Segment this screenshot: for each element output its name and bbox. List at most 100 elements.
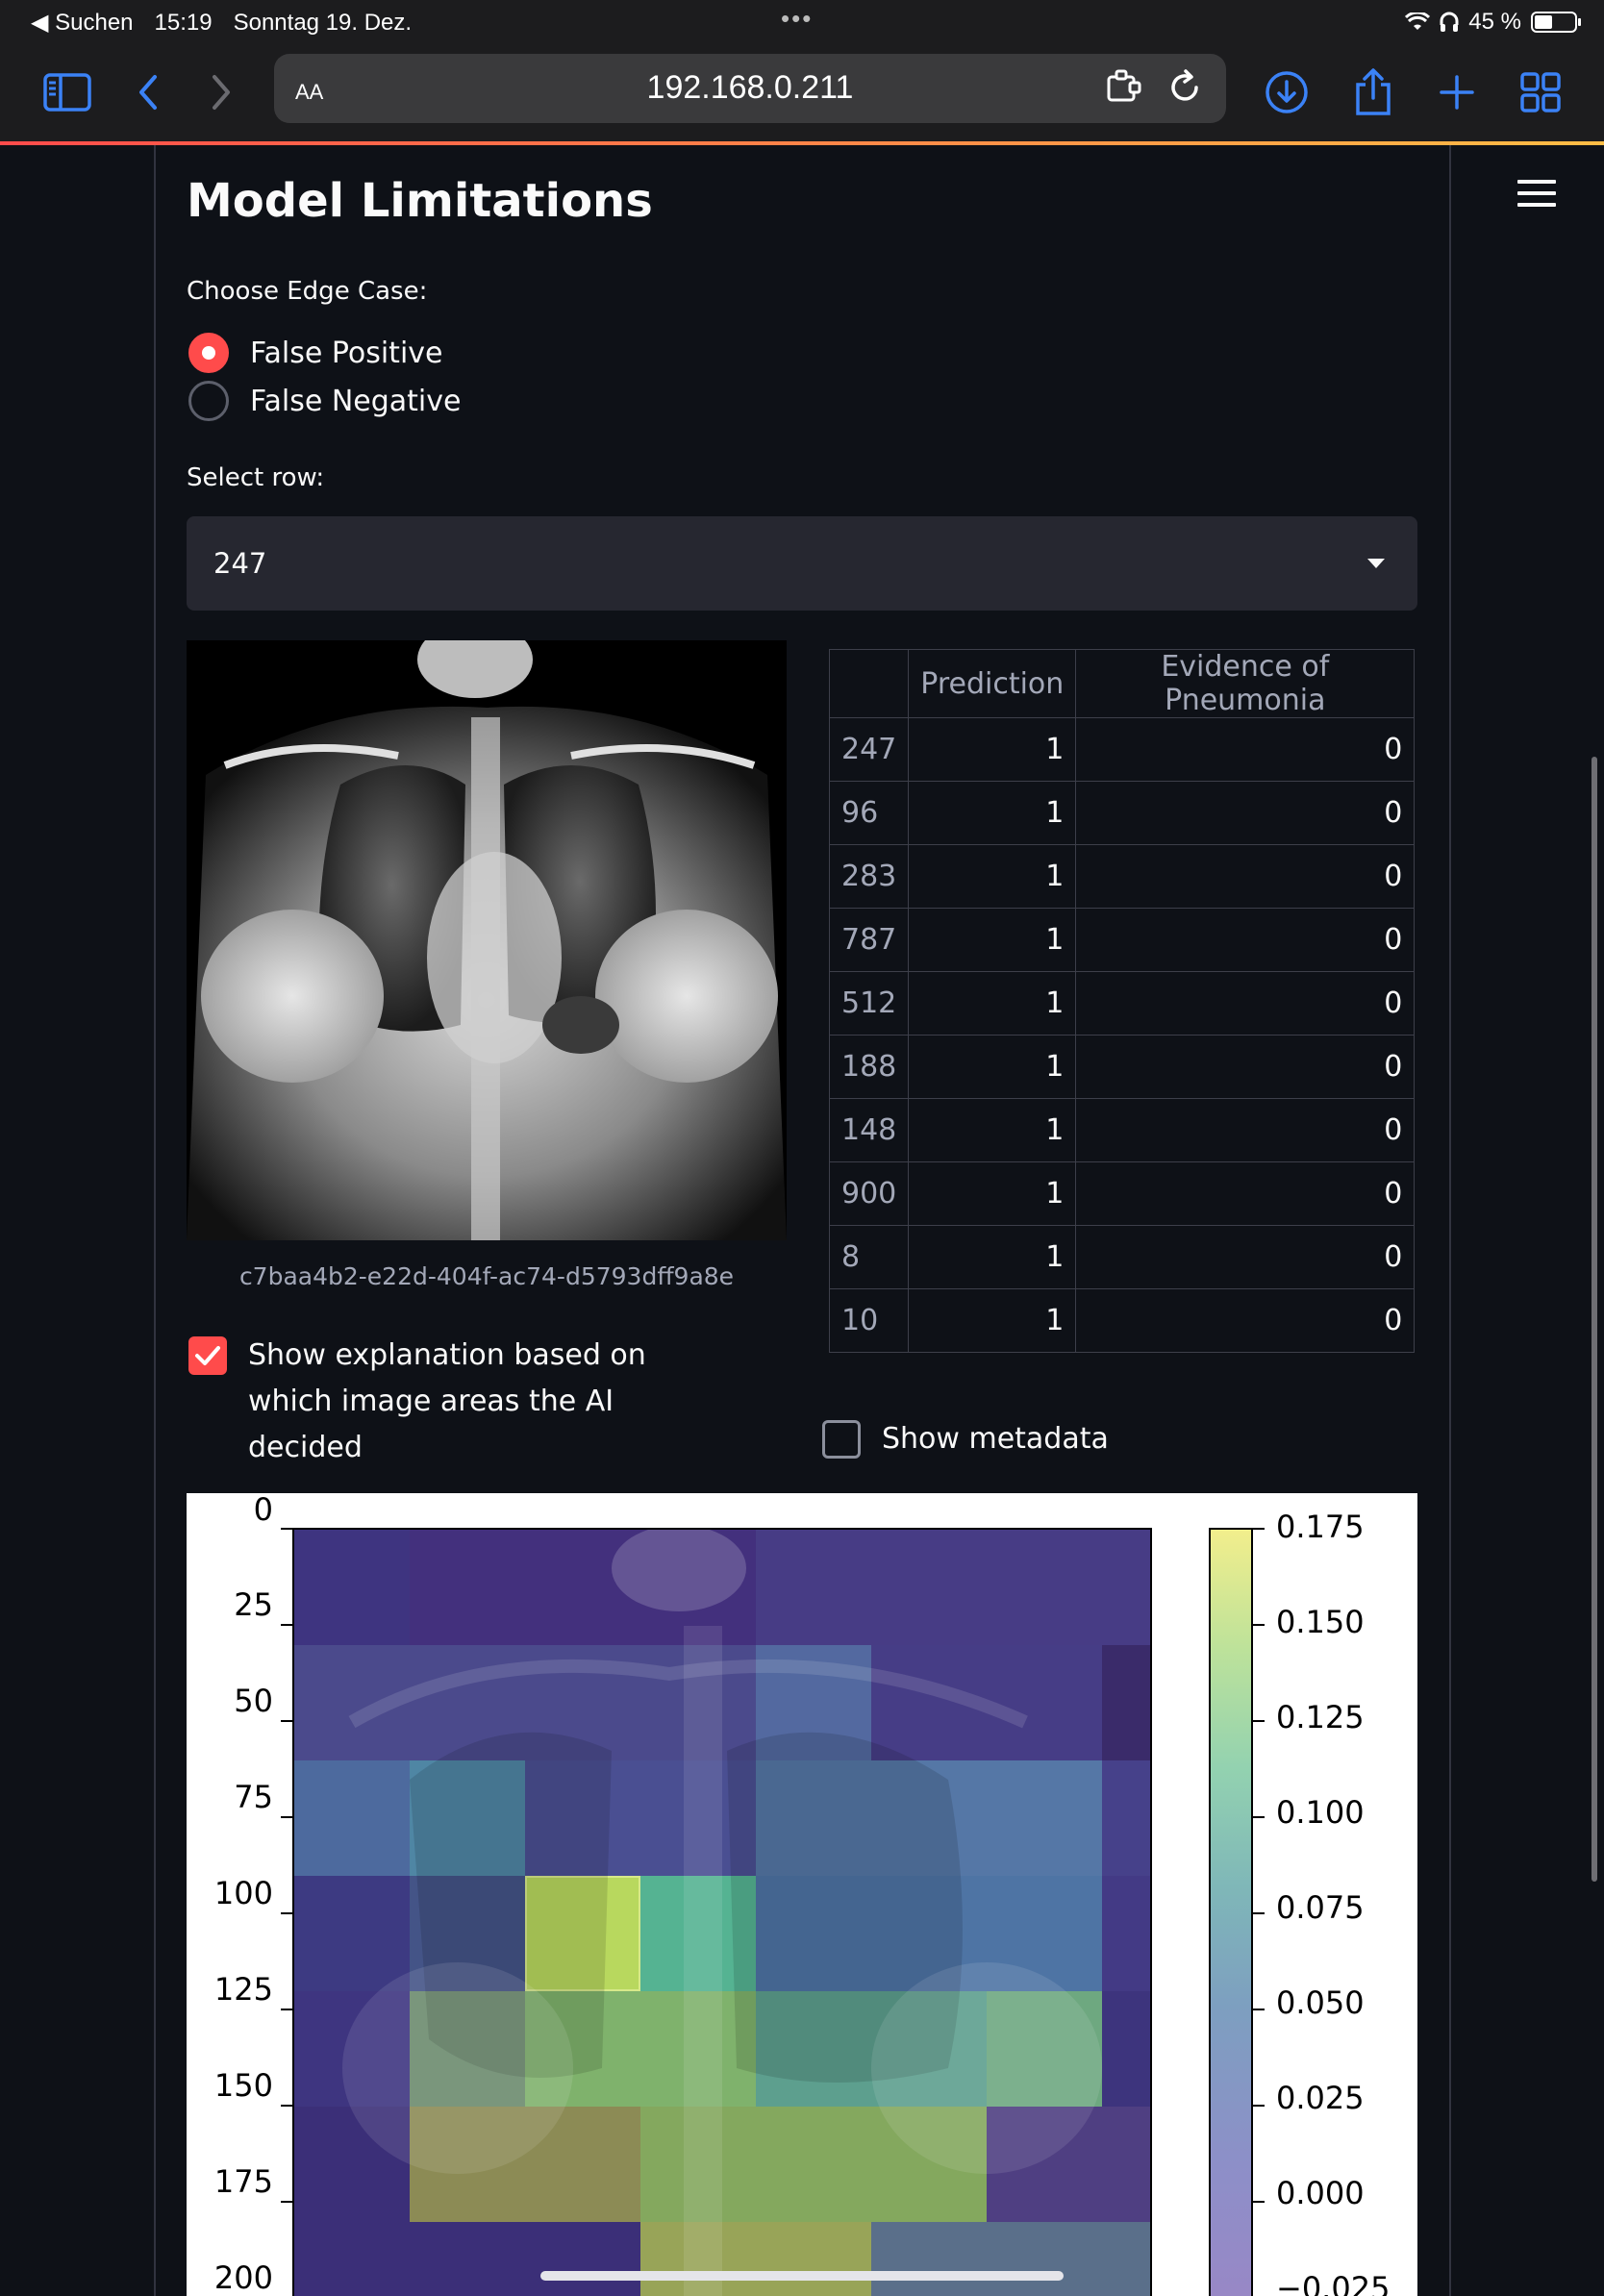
evidence-cell: 0	[1075, 1035, 1416, 1099]
forward-arrow-icon[interactable]	[194, 65, 248, 119]
row-index: 512	[828, 971, 910, 1036]
colorbar-tick-mark	[1253, 2201, 1265, 2203]
evidence-cell: 0	[1075, 908, 1416, 972]
back-to-app-link[interactable]: ◀ Suchen	[31, 9, 134, 37]
y-tick-mark	[281, 1528, 292, 1530]
back-arrow-icon[interactable]	[121, 65, 175, 119]
url-text[interactable]: 192.168.0.211	[274, 69, 1226, 107]
status-time: 15:19	[154, 9, 213, 36]
table-header-prediction[interactable]: Prediction	[908, 649, 1077, 718]
table-row[interactable]: 247 1 0	[828, 717, 1416, 782]
table-row[interactable]: 810	[828, 1225, 1416, 1289]
y-tick-label: 0	[253, 1493, 273, 1528]
status-bar: ◀ Suchen 15:19 Sonntag 19. Dez. ••• 45 %	[0, 0, 1604, 44]
table-row[interactable]: 10 1 0	[828, 1288, 1416, 1353]
table-row[interactable]: 188 1 0	[828, 1035, 1416, 1099]
table-row[interactable]: 148 1 0	[828, 1098, 1416, 1162]
share-icon[interactable]	[1346, 65, 1400, 119]
table-header-index[interactable]	[828, 649, 910, 718]
prediction-cell: 1	[908, 1098, 1077, 1162]
heatmap-plot	[292, 1528, 1152, 2296]
table-header-row: Prediction Evidence of Pneumonia	[828, 649, 1416, 718]
colorbar-tick-label: 0.075	[1276, 1889, 1365, 1926]
evidence-cell: 0	[1075, 1225, 1416, 1289]
radio-false-positive[interactable]: False Positive	[188, 333, 443, 373]
radio-label: False Positive	[250, 336, 443, 370]
xray-overlay	[342, 1530, 1102, 2296]
colorbar-tick-label: 0.025	[1276, 2080, 1365, 2116]
y-tick-mark	[281, 1912, 292, 1914]
y-tick-mark	[281, 2105, 292, 2107]
evidence-cell: 0	[1075, 1098, 1416, 1162]
wifi-icon	[1405, 12, 1431, 30]
browser-toolbar: AA 192.168.0.211	[0, 44, 1604, 142]
row-select[interactable]: 247	[187, 516, 1417, 611]
prediction-cell: 1	[908, 1161, 1077, 1226]
radio-label: False Negative	[250, 384, 462, 418]
show-metadata-checkbox[interactable]: Show metadata	[822, 1416, 1109, 1462]
checkbox-label: Show explanation based on which image ar…	[248, 1338, 646, 1464]
new-tab-plus-icon[interactable]	[1430, 65, 1484, 119]
row-index: 10	[828, 1288, 910, 1353]
tab-overview-icon[interactable]	[1514, 65, 1567, 119]
prediction-cell: 1	[908, 717, 1077, 782]
colorbar-tick-label: 0.175	[1276, 1509, 1365, 1545]
url-bar[interactable]: AA 192.168.0.211	[274, 54, 1226, 123]
prediction-cell: 1	[908, 1225, 1077, 1289]
colorbar-tick-label: −0.025	[1276, 2270, 1391, 2296]
colorbar-tick-mark	[1253, 1912, 1265, 1914]
y-tick-label: 200	[213, 2259, 273, 2296]
evidence-cell: 0	[1075, 717, 1416, 782]
checkbox-label: Show metadata	[882, 1422, 1109, 1456]
extension-icon[interactable]	[1105, 67, 1145, 112]
multitasking-dots-icon[interactable]: •••	[781, 4, 813, 34]
colorbar-tick-mark	[1253, 1816, 1265, 1818]
radio-button[interactable]	[188, 381, 229, 421]
evidence-cell: 0	[1075, 1161, 1416, 1226]
table-row[interactable]: 283 1 0	[828, 844, 1416, 909]
table-row[interactable]: 787 1 0	[828, 908, 1416, 972]
downloads-icon[interactable]	[1260, 65, 1314, 119]
edge-case-label: Choose Edge Case:	[187, 277, 428, 306]
show-explanation-checkbox[interactable]: Show explanation based on which image ar…	[188, 1333, 727, 1471]
table-row[interactable]: 96 1 0	[828, 781, 1416, 845]
prediction-cell: 1	[908, 1035, 1077, 1099]
colorbar-tick-mark	[1253, 2105, 1265, 2107]
colorbar-tick-label: 0.050	[1276, 1984, 1365, 2021]
row-index: 148	[828, 1098, 910, 1162]
column-divider	[154, 145, 156, 2296]
battery-icon	[1531, 12, 1581, 33]
y-tick-label: 100	[213, 1875, 273, 1911]
colorbar-tick-label: 0.150	[1276, 1604, 1365, 1640]
row-index: 8	[828, 1225, 910, 1289]
column-divider	[1449, 145, 1451, 2296]
home-indicator[interactable]	[540, 2271, 1064, 2281]
table-row[interactable]: 900 1 0	[828, 1161, 1416, 1226]
status-date: Sonntag 19. Dez.	[233, 9, 413, 36]
page-title: Model Limitations	[187, 174, 653, 228]
prediction-cell: 1	[908, 781, 1077, 845]
radio-button-selected[interactable]	[188, 333, 229, 373]
predictions-table[interactable]: Prediction Evidence of Pneumonia 247 1 0 9…	[828, 649, 1416, 1353]
checkbox-unchecked[interactable]	[822, 1420, 861, 1459]
y-tick-label: 125	[213, 1971, 273, 2008]
colorbar	[1209, 1528, 1253, 2296]
xray-image	[187, 640, 787, 1240]
row-select-value: 247	[213, 547, 267, 580]
y-tick-mark	[281, 1624, 292, 1626]
radio-false-negative[interactable]: False Negative	[188, 381, 461, 421]
row-index: 188	[828, 1035, 910, 1099]
select-row-label: Select row:	[187, 463, 325, 492]
colorbar-tick-label: 0.000	[1276, 2175, 1365, 2211]
sidebar-toggle-icon[interactable]	[40, 65, 94, 119]
reload-icon[interactable]	[1165, 67, 1205, 112]
table-row[interactable]: 512 1 0	[828, 971, 1416, 1036]
scrollbar[interactable]	[1591, 757, 1597, 1882]
hamburger-menu-icon[interactable]	[1517, 180, 1556, 218]
image-caption: c7baa4b2-e22d-404f-ac74-d5793dff9a8e	[238, 1262, 735, 1290]
evidence-cell: 0	[1075, 971, 1416, 1036]
checkbox-checked[interactable]	[188, 1336, 227, 1375]
row-index: 900	[828, 1161, 910, 1226]
row-index: 247	[828, 717, 910, 782]
table-header-evidence[interactable]: Evidence of Pneumonia	[1075, 649, 1416, 718]
